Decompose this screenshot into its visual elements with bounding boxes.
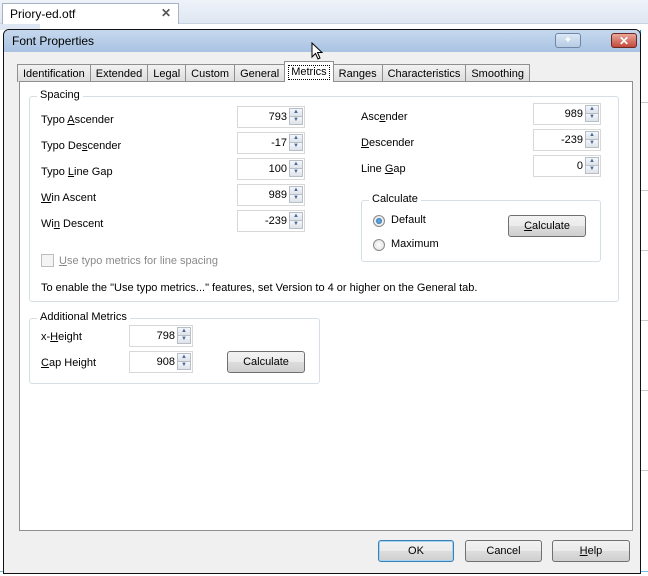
typo-line-gap-label: Typo Line Gap <box>41 166 113 178</box>
maximum-radio[interactable] <box>373 239 385 251</box>
tab-extended[interactable]: Extended <box>89 64 149 82</box>
calculate-group: Calculate Default Maximum Calculate <box>361 193 601 262</box>
typo-ascender-value[interactable]: 793 <box>269 111 287 123</box>
typo-descender-value[interactable]: -17 <box>271 137 287 149</box>
spin-down-icon[interactable]: ▼ <box>289 220 303 229</box>
x-height-value[interactable]: 798 <box>157 330 175 342</box>
ascender-value[interactable]: 989 <box>565 108 583 120</box>
typo-ascender-label: Typo Ascender <box>41 114 114 126</box>
default-radio-label[interactable]: Default <box>391 214 426 226</box>
spacing-group: Spacing Typo Ascender 793 ▲ ▼ Typo Descen… <box>29 89 619 302</box>
close-tab-icon[interactable]: ✕ <box>161 6 171 20</box>
font-properties-dialog: Font Properties ✦ ✕ Identification Exten… <box>3 29 641 574</box>
spin-down-icon[interactable]: ▼ <box>289 168 303 177</box>
default-radio[interactable] <box>373 215 385 227</box>
spin-down-icon[interactable]: ▼ <box>289 142 303 151</box>
spin-down-icon[interactable]: ▼ <box>289 194 303 203</box>
dialog-close-button[interactable]: ✕ <box>611 33 637 48</box>
document-tab-strip: Priory-ed.otf ✕ <box>0 0 648 24</box>
win-descent-spinner[interactable]: -239 ▲ ▼ <box>237 210 305 232</box>
typo-ascender-spinner[interactable]: 793 ▲ ▼ <box>237 106 305 128</box>
help-button[interactable]: Help <box>552 540 630 562</box>
line-gap-label: Line Gap <box>361 163 406 175</box>
use-typo-metrics-label: Use typo metrics for line spacing <box>59 255 218 267</box>
spin-down-icon[interactable]: ▼ <box>177 335 191 344</box>
win-ascent-value[interactable]: 989 <box>269 189 287 201</box>
pin-icon: ✦ <box>563 35 573 46</box>
tab-custom[interactable]: Custom <box>185 64 236 82</box>
use-typo-metrics-checkbox[interactable] <box>41 254 54 267</box>
win-ascent-spinner[interactable]: 989 ▲ ▼ <box>237 184 305 206</box>
descender-label: Descender <box>361 137 415 149</box>
maximum-radio-label[interactable]: Maximum <box>391 238 439 250</box>
tab-smoothing[interactable]: Smoothing <box>465 64 530 82</box>
typo-metrics-note: To enable the "Use typo metrics..." feat… <box>41 282 478 294</box>
calculate-group-title: Calculate <box>369 193 421 205</box>
close-icon: ✕ <box>618 33 630 48</box>
descender-value[interactable]: -239 <box>561 134 583 146</box>
win-descent-value[interactable]: -239 <box>265 215 287 227</box>
calculate-additional-button[interactable]: Calculate <box>227 351 305 373</box>
tab-metrics[interactable]: Metrics <box>284 61 334 82</box>
cap-height-value[interactable]: 908 <box>157 356 175 368</box>
document-tab-title: Priory-ed.otf <box>10 7 76 21</box>
pin-button[interactable]: ✦ <box>555 33 581 48</box>
ascender-label: Ascender <box>361 111 408 123</box>
cancel-button[interactable]: Cancel <box>465 540 542 562</box>
spin-down-icon[interactable]: ▼ <box>177 361 191 370</box>
tab-characteristics[interactable]: Characteristics <box>381 64 467 82</box>
dialog-title: Font Properties <box>12 34 95 48</box>
win-descent-label: Win Descent <box>41 218 104 230</box>
tab-legal[interactable]: Legal <box>147 64 187 82</box>
mouse-cursor-icon <box>311 42 324 60</box>
document-tab[interactable]: Priory-ed.otf ✕ <box>2 3 179 24</box>
spin-down-icon[interactable]: ▼ <box>585 113 599 122</box>
additional-metrics-title: Additional Metrics <box>37 311 130 323</box>
typo-line-gap-spinner[interactable]: 100 ▲ ▼ <box>237 158 305 180</box>
spin-down-icon[interactable]: ▼ <box>585 165 599 174</box>
cap-height-label: Cap Height <box>41 357 97 369</box>
ok-button[interactable]: OK <box>378 540 454 562</box>
line-gap-spinner[interactable]: 0 ▲ ▼ <box>533 155 601 177</box>
win-ascent-label: Win Ascent <box>41 192 97 204</box>
ascender-spinner[interactable]: 989 ▲ ▼ <box>533 103 601 125</box>
typo-descender-spinner[interactable]: -17 ▲ ▼ <box>237 132 305 154</box>
background-glyph-grid <box>640 30 648 576</box>
tab-ranges[interactable]: Ranges <box>332 64 383 82</box>
spacing-group-title: Spacing <box>37 89 83 101</box>
spin-down-icon[interactable]: ▼ <box>585 139 599 148</box>
tab-identification[interactable]: Identification <box>17 64 91 82</box>
line-gap-value[interactable]: 0 <box>577 160 583 172</box>
tab-bar: Identification Extended Legal Custom Gen… <box>17 61 530 82</box>
metrics-panel: Spacing Typo Ascender 793 ▲ ▼ Typo Descen… <box>19 81 633 531</box>
typo-line-gap-value[interactable]: 100 <box>269 163 287 175</box>
spin-down-icon[interactable]: ▼ <box>289 116 303 125</box>
calculate-spacing-button[interactable]: Calculate <box>508 215 586 237</box>
additional-metrics-group: Additional Metrics x-Height 798 ▲ ▼ Cap H… <box>29 311 320 384</box>
cap-height-spinner[interactable]: 908 ▲ ▼ <box>129 351 193 373</box>
x-height-label: x-Height <box>41 331 82 343</box>
tab-general[interactable]: General <box>234 64 286 82</box>
x-height-spinner[interactable]: 798 ▲ ▼ <box>129 325 193 347</box>
typo-descender-label: Typo Descender <box>41 140 122 152</box>
descender-spinner[interactable]: -239 ▲ ▼ <box>533 129 601 151</box>
